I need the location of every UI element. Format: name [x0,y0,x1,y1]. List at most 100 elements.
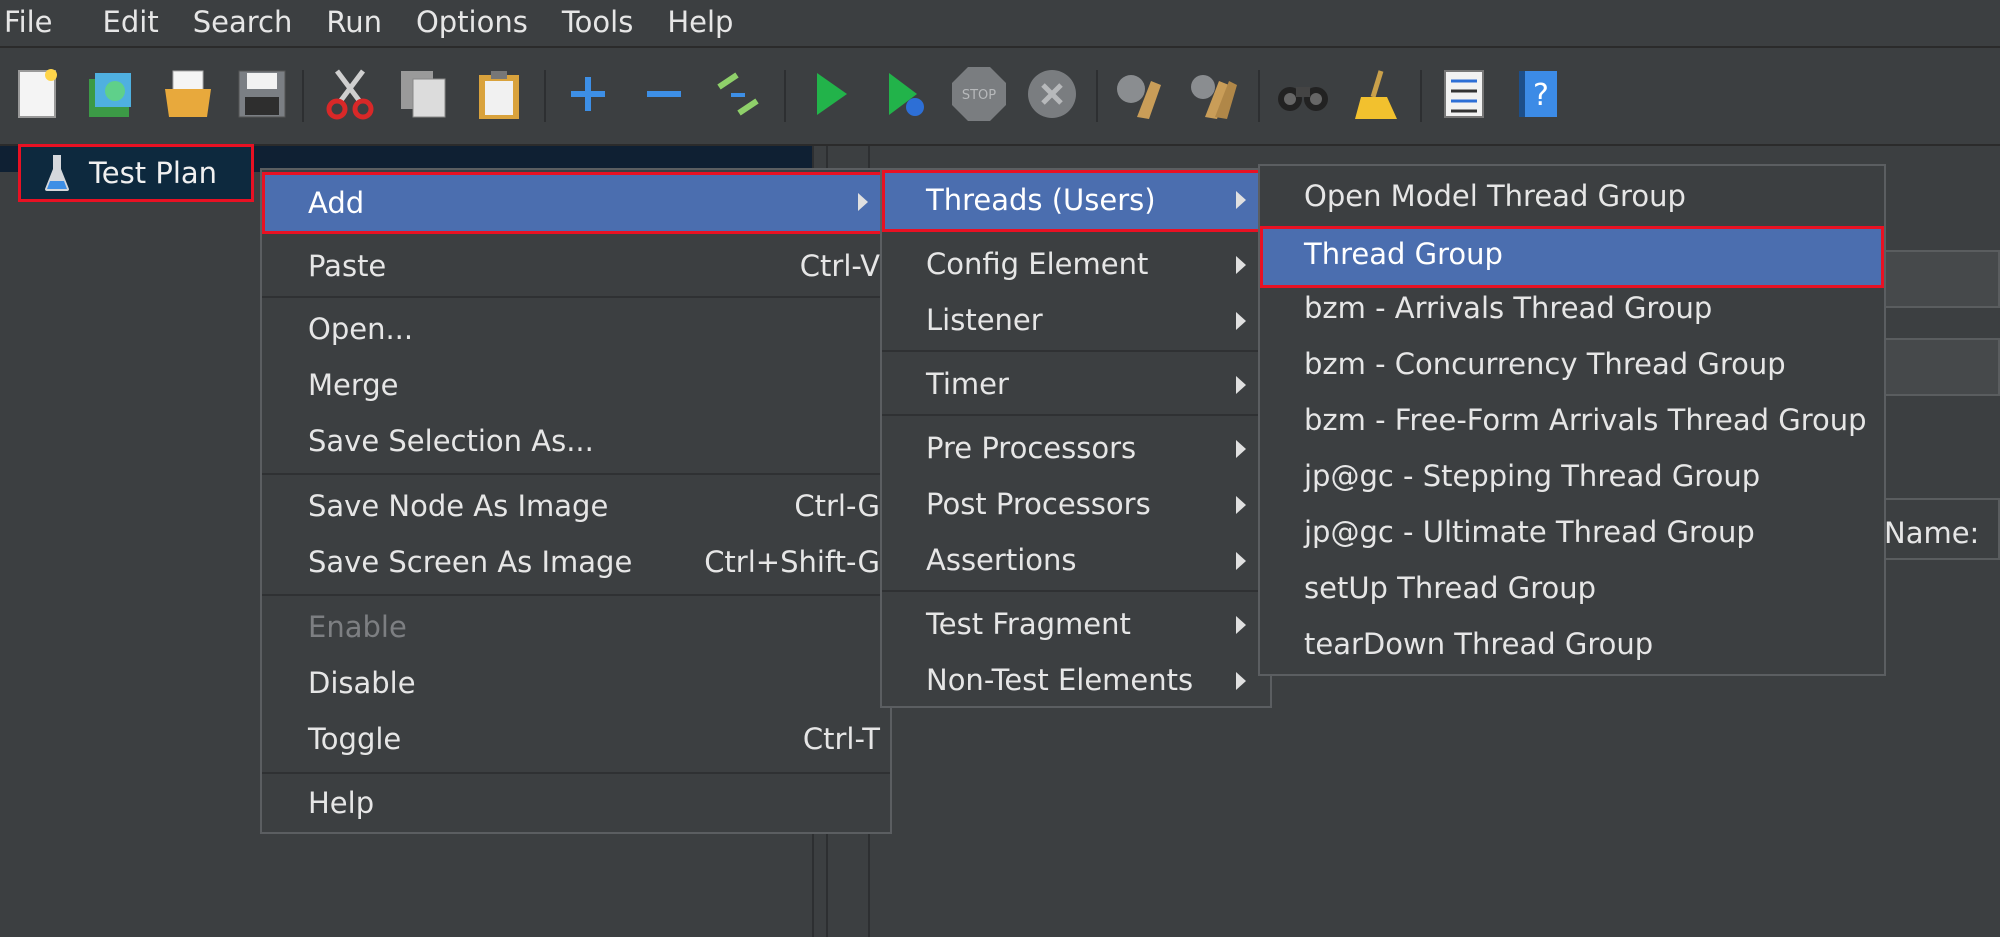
menu-item-paste[interactable]: Paste Ctrl-V [262,244,890,288]
menu-item-disable[interactable]: Disable [262,661,890,705]
submenu-arrow-icon [1236,552,1246,570]
menu-file-label: File [4,5,53,39]
bzm-free-form-label: bzm - Free-Form Arrivals Thread Group [1304,403,1867,437]
comments-field[interactable] [1880,250,2000,308]
menu-separator [882,590,1270,592]
thread-option-jpgc-stepping[interactable]: jp@gc - Stepping Thread Group [1260,454,1884,498]
thread-option-thread-group[interactable]: Thread Group [1260,226,1884,288]
submenu-item-listener[interactable]: Listener [882,298,1270,342]
menu-item-open[interactable]: Open... [262,307,890,351]
menu-help[interactable]: Help [667,5,733,39]
menu-run-label: Run [326,5,382,39]
collapse-icon[interactable] [636,66,692,122]
thread-option-bzm-arrivals[interactable]: bzm - Arrivals Thread Group [1260,286,1884,330]
menu-separator [882,414,1270,416]
thread-option-setup[interactable]: setUp Thread Group [1260,566,1884,610]
paste-icon[interactable] [472,66,528,122]
start-no-pauses-icon[interactable] [876,66,932,122]
clear-all-icon[interactable] [1184,66,1240,122]
submenu-arrow-icon [1236,672,1246,690]
menu-item-help-label: Help [308,786,375,820]
menu-run[interactable]: Run [326,5,382,39]
submenu-item-post-processors[interactable]: Post Processors [882,482,1270,526]
bzm-arrivals-label: bzm - Arrivals Thread Group [1304,291,1713,325]
menu-item-save-node-image[interactable]: Save Node As Image Ctrl-G [262,484,890,528]
expand-icon[interactable] [560,66,616,122]
toolbar-separator [1096,70,1098,122]
submenu-arrow-icon [1236,496,1246,514]
pre-processors-label: Pre Processors [926,431,1137,465]
help-icon[interactable]: ? [1512,66,1568,122]
submenu-item-timer[interactable]: Timer [882,362,1270,406]
jpgc-stepping-label: jp@gc - Stepping Thread Group [1304,459,1761,493]
teardown-thread-group-label: tearDown Thread Group [1304,627,1654,661]
menu-item-merge[interactable]: Merge [262,363,890,407]
open-icon[interactable] [160,66,216,122]
menu-item-save-selection[interactable]: Save Selection As... [262,419,890,463]
menu-tools[interactable]: Tools [562,5,633,39]
clear-icon[interactable] [1110,66,1166,122]
submenu-arrow-icon [858,193,868,211]
bzm-concurrency-label: bzm - Concurrency Thread Group [1304,347,1786,381]
menu-item-help[interactable]: Help [262,781,890,825]
config-element-label: Config Element [926,247,1149,281]
shutdown-icon[interactable] [1024,66,1080,122]
thread-option-bzm-concurrency[interactable]: bzm - Concurrency Thread Group [1260,342,1884,386]
menu-item-paste-label: Paste [308,249,387,283]
copy-icon[interactable] [396,66,452,122]
menu-item-add[interactable]: Add [262,172,890,234]
submenu-arrow-icon [1236,376,1246,394]
menu-options[interactable]: Options [416,5,528,39]
submenu-arrow-icon [1236,191,1246,209]
submenu-item-threads-users[interactable]: Threads (Users) [882,170,1270,232]
menu-item-enable-label: Enable [308,610,407,644]
menu-file[interactable]: File [4,5,53,39]
cut-icon[interactable] [322,66,378,122]
submenu-item-config-element[interactable]: Config Element [882,242,1270,286]
new-icon[interactable] [10,66,66,122]
save-node-image-shortcut: Ctrl-G [794,489,880,523]
tree-node-test-plan[interactable]: Test Plan [18,144,254,202]
submenu-item-test-fragment[interactable]: Test Fragment [882,602,1270,646]
start-icon[interactable] [802,66,858,122]
stop-icon[interactable]: STOP [950,66,1006,122]
svg-text:STOP: STOP [962,88,996,103]
thread-option-bzm-free-form[interactable]: bzm - Free-Form Arrivals Thread Group [1260,398,1884,442]
submenu-item-pre-processors[interactable]: Pre Processors [882,426,1270,470]
toggle-shortcut: Ctrl-T [802,722,880,756]
test-fragment-label: Test Fragment [926,607,1131,641]
post-processors-label: Post Processors [926,487,1151,521]
toggle-icon[interactable] [710,66,766,122]
menu-search-label: Search [192,5,293,39]
menu-item-toggle[interactable]: Toggle Ctrl-T [262,717,890,761]
settings-field[interactable] [1880,338,2000,396]
menu-search[interactable]: Search [193,5,293,39]
submenu-arrow-icon [1236,256,1246,274]
submenu-item-assertions[interactable]: Assertions [882,538,1270,582]
thread-option-teardown[interactable]: tearDown Thread Group [1260,622,1884,666]
menu-item-disable-label: Disable [308,666,416,700]
menu-tools-label: Tools [561,5,634,39]
save-icon[interactable] [234,66,290,122]
templates-icon[interactable] [84,66,140,122]
function-helper-icon[interactable] [1436,66,1492,122]
toolbar-separator [544,70,546,122]
svg-text:?: ? [1533,78,1549,113]
search-icon[interactable] [1274,66,1330,122]
setup-thread-group-label: setUp Thread Group [1304,571,1597,605]
reset-search-icon[interactable] [1350,66,1406,122]
toolbar-separator [784,70,786,122]
toolbar: STOP ? [0,48,2000,144]
paste-shortcut: Ctrl-V [799,249,880,283]
submenu-arrow-icon [1236,440,1246,458]
thread-option-jpgc-ultimate[interactable]: jp@gc - Ultimate Thread Group [1260,510,1884,554]
submenu-item-non-test-elements[interactable]: Non-Test Elements [882,658,1270,702]
toolbar-separator [1420,70,1422,122]
name-column-label: Name: [1884,516,1980,550]
thread-option-open-model[interactable]: Open Model Thread Group [1260,174,1884,218]
jpgc-ultimate-label: jp@gc - Ultimate Thread Group [1304,515,1755,549]
menu-edit[interactable]: Edit [103,5,159,39]
assertions-label: Assertions [926,543,1077,577]
menu-item-save-screen-image[interactable]: Save Screen As Image Ctrl+Shift-G [262,540,890,584]
timer-label: Timer [926,367,1009,401]
